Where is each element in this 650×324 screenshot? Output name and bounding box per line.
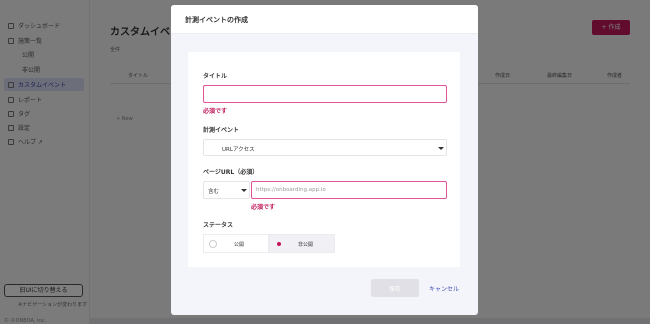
title-error: 必須です [203, 108, 228, 115]
event-select-value: URLアクセス [222, 147, 255, 153]
modal-header: 計測イベントの作成 [171, 5, 478, 34]
status-option-label: 公開 [234, 242, 245, 248]
save-button[interactable]: 保存 [371, 279, 419, 297]
match-type-select[interactable]: 含む [203, 181, 250, 199]
status-label: ステータス [203, 222, 234, 229]
match-type-value: 含む [208, 189, 220, 195]
radio-selected-icon [277, 242, 281, 246]
status-radio-group: 公開 非公開 [203, 234, 335, 253]
event-label: 計測イベント [203, 127, 240, 134]
page-url-label: ページURL（必須） [203, 169, 259, 176]
cancel-button[interactable]: キャンセル [429, 284, 459, 293]
radio-circle-icon [209, 240, 217, 248]
modal-title: 計測イベントの作成 [185, 16, 248, 24]
status-option-public[interactable]: 公開 [203, 234, 269, 253]
status-option-label: 非公開 [298, 242, 314, 248]
page-url-input[interactable] [251, 181, 447, 199]
title-label: タイトル [203, 73, 228, 80]
title-input[interactable] [203, 85, 447, 103]
status-option-private[interactable]: 非公開 [269, 234, 335, 253]
event-select[interactable]: URLアクセス [203, 139, 447, 156]
url-error: 必須です [251, 204, 276, 211]
chevron-down-icon [241, 189, 247, 192]
chevron-down-icon [438, 147, 444, 150]
create-event-modal: 計測イベントの作成 タイトル 必須です 計測イベント URLアクセス ページUR… [171, 5, 478, 315]
form-card: タイトル 必須です 計測イベント URLアクセス ページURL（必須） 含む 必… [188, 52, 460, 267]
